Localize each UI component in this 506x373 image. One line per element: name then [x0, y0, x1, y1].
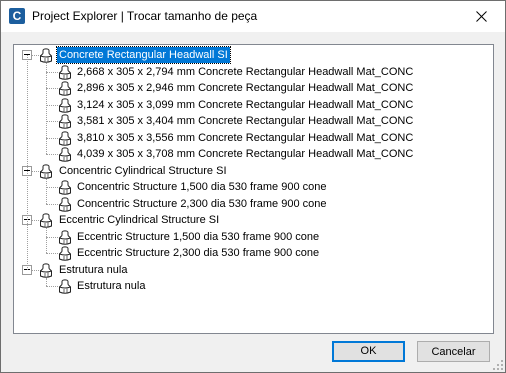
- tree-connector: [46, 63, 47, 154]
- tree-group-label: Concentric Cylindrical Structure SI: [59, 164, 227, 177]
- title-bar[interactable]: Project Explorer | Trocar tamanho de peç…: [1, 1, 505, 32]
- tree-child-label: 3,124 x 305 x 3,099 mm Concrete Rectangu…: [77, 98, 414, 111]
- tree-group-item[interactable]: Eccentric Cylindrical Structure SI: [14, 212, 484, 228]
- tree-child-item[interactable]: 2,668 x 305 x 2,794 mm Concrete Rectangu…: [14, 64, 484, 80]
- civil-3d-icon: [9, 8, 25, 24]
- tree-child-label: 2,896 x 305 x 2,946 mm Concrete Rectangu…: [77, 82, 414, 94]
- cancel-button[interactable]: Cancelar: [417, 341, 490, 362]
- tree-child-label: Estrutura nula: [77, 280, 146, 292]
- tree-child-label: 2,668 x 305 x 2,794 mm Concrete Rectangu…: [77, 65, 414, 78]
- tree-group-label: Concrete Rectangular Headwall SI: [56, 46, 231, 64]
- close-button[interactable]: [459, 1, 505, 32]
- tree-child-label: 4,039 x 305 x 3,708 mm Concrete Rectangu…: [77, 148, 414, 160]
- tree-child-label: Concentric Structure 2,300 dia 530 frame…: [77, 197, 327, 210]
- tree-child-item[interactable]: 3,810 x 305 x 3,556 mm Concrete Rectangu…: [14, 130, 484, 146]
- tree-group-label: Estrutura nula: [59, 263, 128, 276]
- tree-child-item[interactable]: 4,039 x 305 x 3,708 mm Concrete Rectangu…: [14, 146, 484, 162]
- part-size-tree[interactable]: Concrete Rectangular Headwall SI 2,668 x …: [13, 44, 494, 334]
- ok-button[interactable]: OK: [332, 341, 405, 362]
- tree-child-item[interactable]: 3,124 x 305 x 3,099 mm Concrete Rectangu…: [14, 97, 484, 113]
- tree-group-item[interactable]: Concrete Rectangular Headwall SI: [14, 46, 484, 64]
- tree-child-item[interactable]: Eccentric Structure 1,500 dia 530 frame …: [14, 229, 484, 245]
- tree-connector: [46, 178, 47, 204]
- tree-connector: [46, 277, 47, 286]
- window-title: Project Explorer | Trocar tamanho de peç…: [32, 9, 258, 23]
- resize-grip-icon[interactable]: [493, 360, 503, 370]
- tree-connector: [27, 55, 28, 270]
- tree-connector: [46, 228, 47, 253]
- tree-child-item[interactable]: Concentric Structure 2,300 dia 530 frame…: [14, 196, 484, 212]
- tree-child-item[interactable]: 3,581 x 305 x 3,404 mm Concrete Rectangu…: [14, 113, 484, 129]
- close-icon: [476, 11, 487, 22]
- tree-child-item[interactable]: Eccentric Structure 2,300 dia 530 frame …: [14, 245, 484, 261]
- tree-child-label: Eccentric Structure 1,500 dia 530 frame …: [77, 230, 320, 243]
- tree-child-item[interactable]: 2,896 x 305 x 2,946 mm Concrete Rectangu…: [14, 80, 484, 96]
- tree-child-item[interactable]: Concentric Structure 1,500 dia 530 frame…: [14, 179, 484, 195]
- tree-group-item[interactable]: Estrutura nula: [14, 262, 484, 278]
- tree-child-label: Eccentric Structure 2,300 dia 530 frame …: [77, 247, 320, 259]
- dialog-window: Project Explorer | Trocar tamanho de peç…: [0, 0, 506, 373]
- tree-child-label: 3,581 x 305 x 3,404 mm Concrete Rectangu…: [77, 115, 414, 127]
- tree-child-label: 3,810 x 305 x 3,556 mm Concrete Rectangu…: [77, 131, 414, 144]
- tree-group-item[interactable]: Concentric Cylindrical Structure SI: [14, 163, 484, 179]
- tree-group-label: Eccentric Cylindrical Structure SI: [59, 214, 220, 226]
- tree-child-item[interactable]: Estrutura nula: [14, 278, 484, 294]
- tree-child-label: Concentric Structure 1,500 dia 530 frame…: [77, 181, 327, 193]
